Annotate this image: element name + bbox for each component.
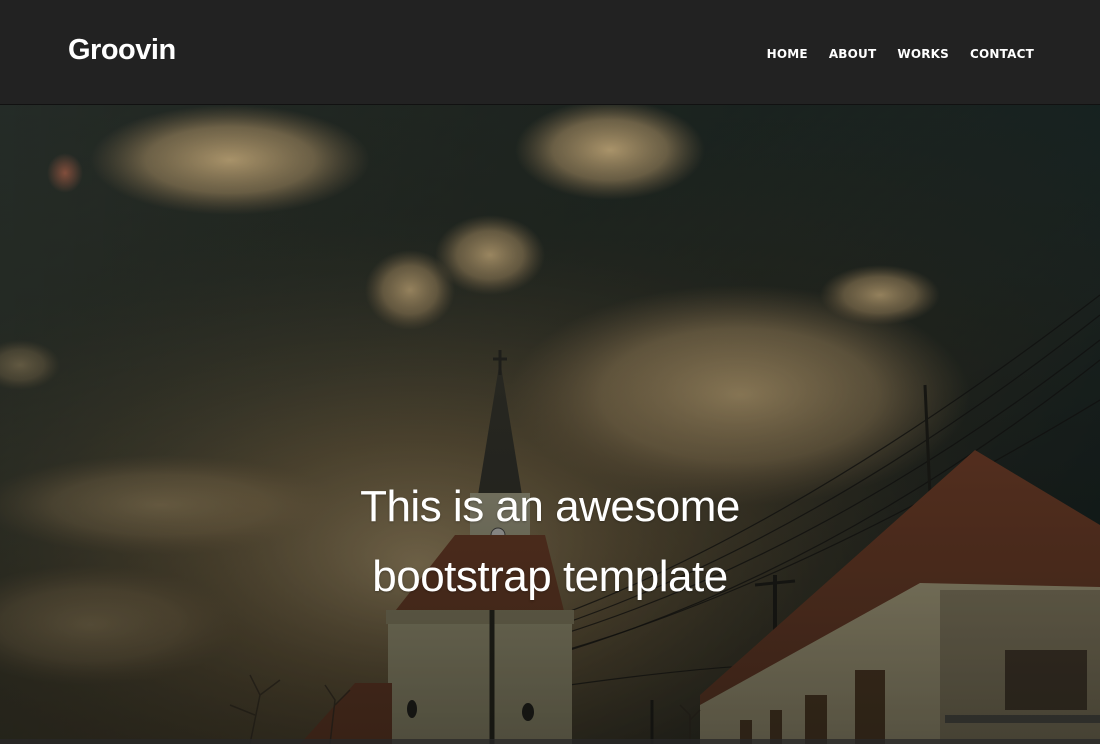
nav-link-home[interactable]: HOME <box>746 46 808 62</box>
navbar: Groovin HOME ABOUT WORKS CONTACT <box>0 0 1100 105</box>
nav-link-about[interactable]: ABOUT <box>808 46 877 62</box>
hero-bottom-strip <box>0 739 1100 744</box>
nav-item-works: WORKS <box>876 46 949 62</box>
hero-title: This is an awesome bootstrap template <box>360 482 740 601</box>
main-nav: HOME ABOUT WORKS CONTACT <box>746 46 1034 62</box>
hero-background-image <box>0 105 1100 744</box>
hero-section: This is an awesome bootstrap template <box>0 105 1100 744</box>
brand-logo[interactable]: Groovin <box>68 36 176 65</box>
nav-item-home: HOME <box>746 46 808 62</box>
nav-item-contact: CONTACT <box>949 46 1034 62</box>
nav-link-contact[interactable]: CONTACT <box>949 46 1034 62</box>
nav-item-about: ABOUT <box>808 46 877 62</box>
nav-link-works[interactable]: WORKS <box>876 46 949 62</box>
